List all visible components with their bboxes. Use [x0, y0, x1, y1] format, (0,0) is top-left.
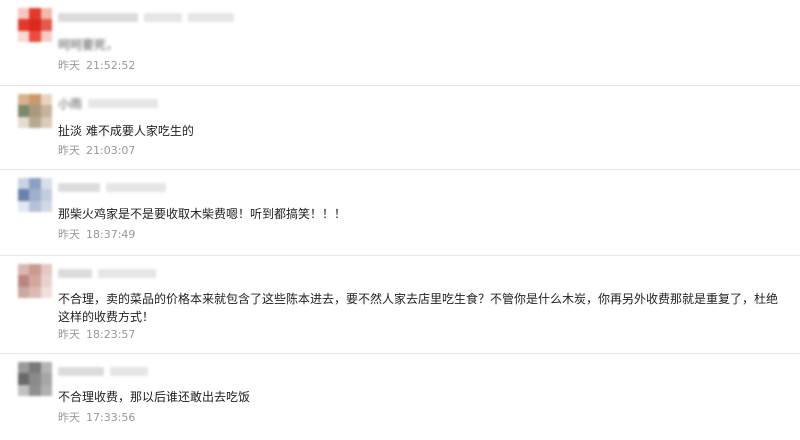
avatar-pixel [29, 8, 41, 20]
avatar-pixel [18, 200, 30, 212]
avatar-pixel [40, 94, 52, 106]
avatar[interactable] [18, 362, 52, 396]
username-row[interactable] [58, 10, 234, 24]
avatar-pixel [40, 105, 52, 117]
comment-timestamp: 昨天 21:03:07 [58, 142, 141, 158]
user-meta-blurred [88, 98, 159, 108]
avatar-pixel [40, 8, 52, 20]
avatar-pixel [40, 200, 52, 212]
avatar-pixel [18, 189, 30, 201]
avatar-pixel [18, 362, 30, 374]
avatar-pixel [29, 264, 41, 276]
timestamp-day: 昨天 [58, 411, 80, 424]
avatar-pixel [40, 264, 52, 276]
comment-text: 不合理，卖的菜品的价格本来就包含了这些陈本进去，要不然人家去店里吃生食？不管你是… [58, 292, 779, 324]
comment-list: 呵呵要死， 昨天 21:52:52 小雨 扯淡 难不成要人家吃生的 昨天 21:03… [0, 0, 800, 440]
avatar-pixel [29, 286, 41, 298]
timestamp-time: 17:33:56 [86, 411, 136, 424]
avatar-pixel [40, 373, 52, 385]
avatar-pixel [18, 105, 30, 117]
avatar-pixel [18, 30, 30, 42]
comment-item: 不合理收费，那以后谁还敢出去吃饭 昨天 17:33:56 [0, 354, 800, 440]
avatar-pixel [18, 8, 30, 20]
avatar-pixel [29, 116, 41, 128]
user-meta-blurred [98, 268, 156, 278]
timestamp-time: 21:03:07 [86, 144, 136, 157]
comment-timestamp: 昨天 18:23:57 [58, 326, 141, 342]
user-meta-blurred [144, 12, 182, 22]
comment-timestamp: 昨天 17:33:56 [58, 409, 141, 425]
avatar-pixel [40, 30, 52, 42]
avatar-pixel [29, 200, 41, 212]
comment-item: 不合理，卖的菜品的价格本来就包含了这些陈本进去，要不然人家去店里吃生食？不管你是… [0, 256, 800, 354]
username-row[interactable] [58, 180, 166, 194]
avatar-pixel [18, 373, 30, 385]
avatar-pixel [18, 275, 30, 287]
comment-timestamp: 昨天 21:52:52 [58, 57, 141, 73]
user-meta-blurred [110, 366, 148, 376]
avatar-pixel [40, 362, 52, 374]
avatar-pixel [40, 19, 52, 31]
username-row[interactable] [58, 266, 156, 280]
avatar-pixel [18, 384, 30, 396]
comment-item: 呵呵要死， 昨天 21:52:52 [0, 0, 800, 86]
avatar-pixel [18, 19, 30, 31]
avatar-pixel [18, 264, 30, 276]
avatar-pixel [40, 178, 52, 190]
avatar-pixel [18, 94, 30, 106]
user-meta-blurred [106, 182, 166, 192]
avatar-pixel [29, 94, 41, 106]
timestamp-day: 昨天 [58, 59, 80, 72]
avatar-pixel [40, 384, 52, 396]
comment-timestamp: 昨天 18:37:49 [58, 226, 141, 242]
avatar[interactable] [18, 264, 52, 298]
username-blurred[interactable] [58, 12, 138, 22]
avatar-pixel [29, 19, 41, 31]
comment-text: 那柴火鸡家是不是要收取木柴费嗯！听到都搞笑！！！ [58, 207, 347, 221]
comment-text: 呵呵要死， [58, 36, 778, 54]
avatar-pixel [40, 286, 52, 298]
comment-text: 不合理收费，那以后谁还敢出去吃饭 [58, 390, 251, 404]
avatar-pixel [29, 373, 41, 385]
avatar-pixel [29, 362, 41, 374]
timestamp-time: 21:52:52 [86, 59, 136, 72]
username[interactable]: 小雨 [58, 95, 82, 112]
username-row[interactable] [58, 364, 148, 378]
comment-item: 那柴火鸡家是不是要收取木柴费嗯！听到都搞笑！！！ 昨天 18:37:49 [0, 170, 800, 256]
avatar-pixel [18, 286, 30, 298]
timestamp-time: 18:23:57 [86, 328, 136, 341]
avatar-pixel [18, 116, 30, 128]
avatar[interactable] [18, 178, 52, 212]
timestamp-time: 18:37:49 [86, 228, 136, 241]
avatar[interactable] [18, 94, 52, 128]
comment-item: 小雨 扯淡 难不成要人家吃生的 昨天 21:03:07 [0, 86, 800, 170]
avatar-pixel [29, 189, 41, 201]
avatar-pixel [29, 384, 41, 396]
user-meta-blurred [188, 12, 234, 22]
username-blurred[interactable] [58, 182, 100, 192]
avatar-pixel [29, 275, 41, 287]
comment-text-blurred: 呵呵要死， [58, 38, 119, 52]
username-blurred[interactable] [58, 268, 92, 278]
avatar[interactable] [18, 8, 52, 42]
username-row[interactable]: 小雨 [58, 95, 159, 112]
comment-text: 扯淡 难不成要人家吃生的 [58, 124, 194, 138]
avatar-pixel [40, 275, 52, 287]
avatar-pixel [40, 116, 52, 128]
avatar-pixel [40, 189, 52, 201]
avatar-pixel [29, 105, 41, 117]
avatar-pixel [29, 178, 41, 190]
username-blurred[interactable] [58, 366, 104, 376]
timestamp-day: 昨天 [58, 228, 80, 241]
timestamp-day: 昨天 [58, 328, 80, 341]
avatar-pixel [18, 178, 30, 190]
avatar-pixel [29, 30, 41, 42]
timestamp-day: 昨天 [58, 144, 80, 157]
